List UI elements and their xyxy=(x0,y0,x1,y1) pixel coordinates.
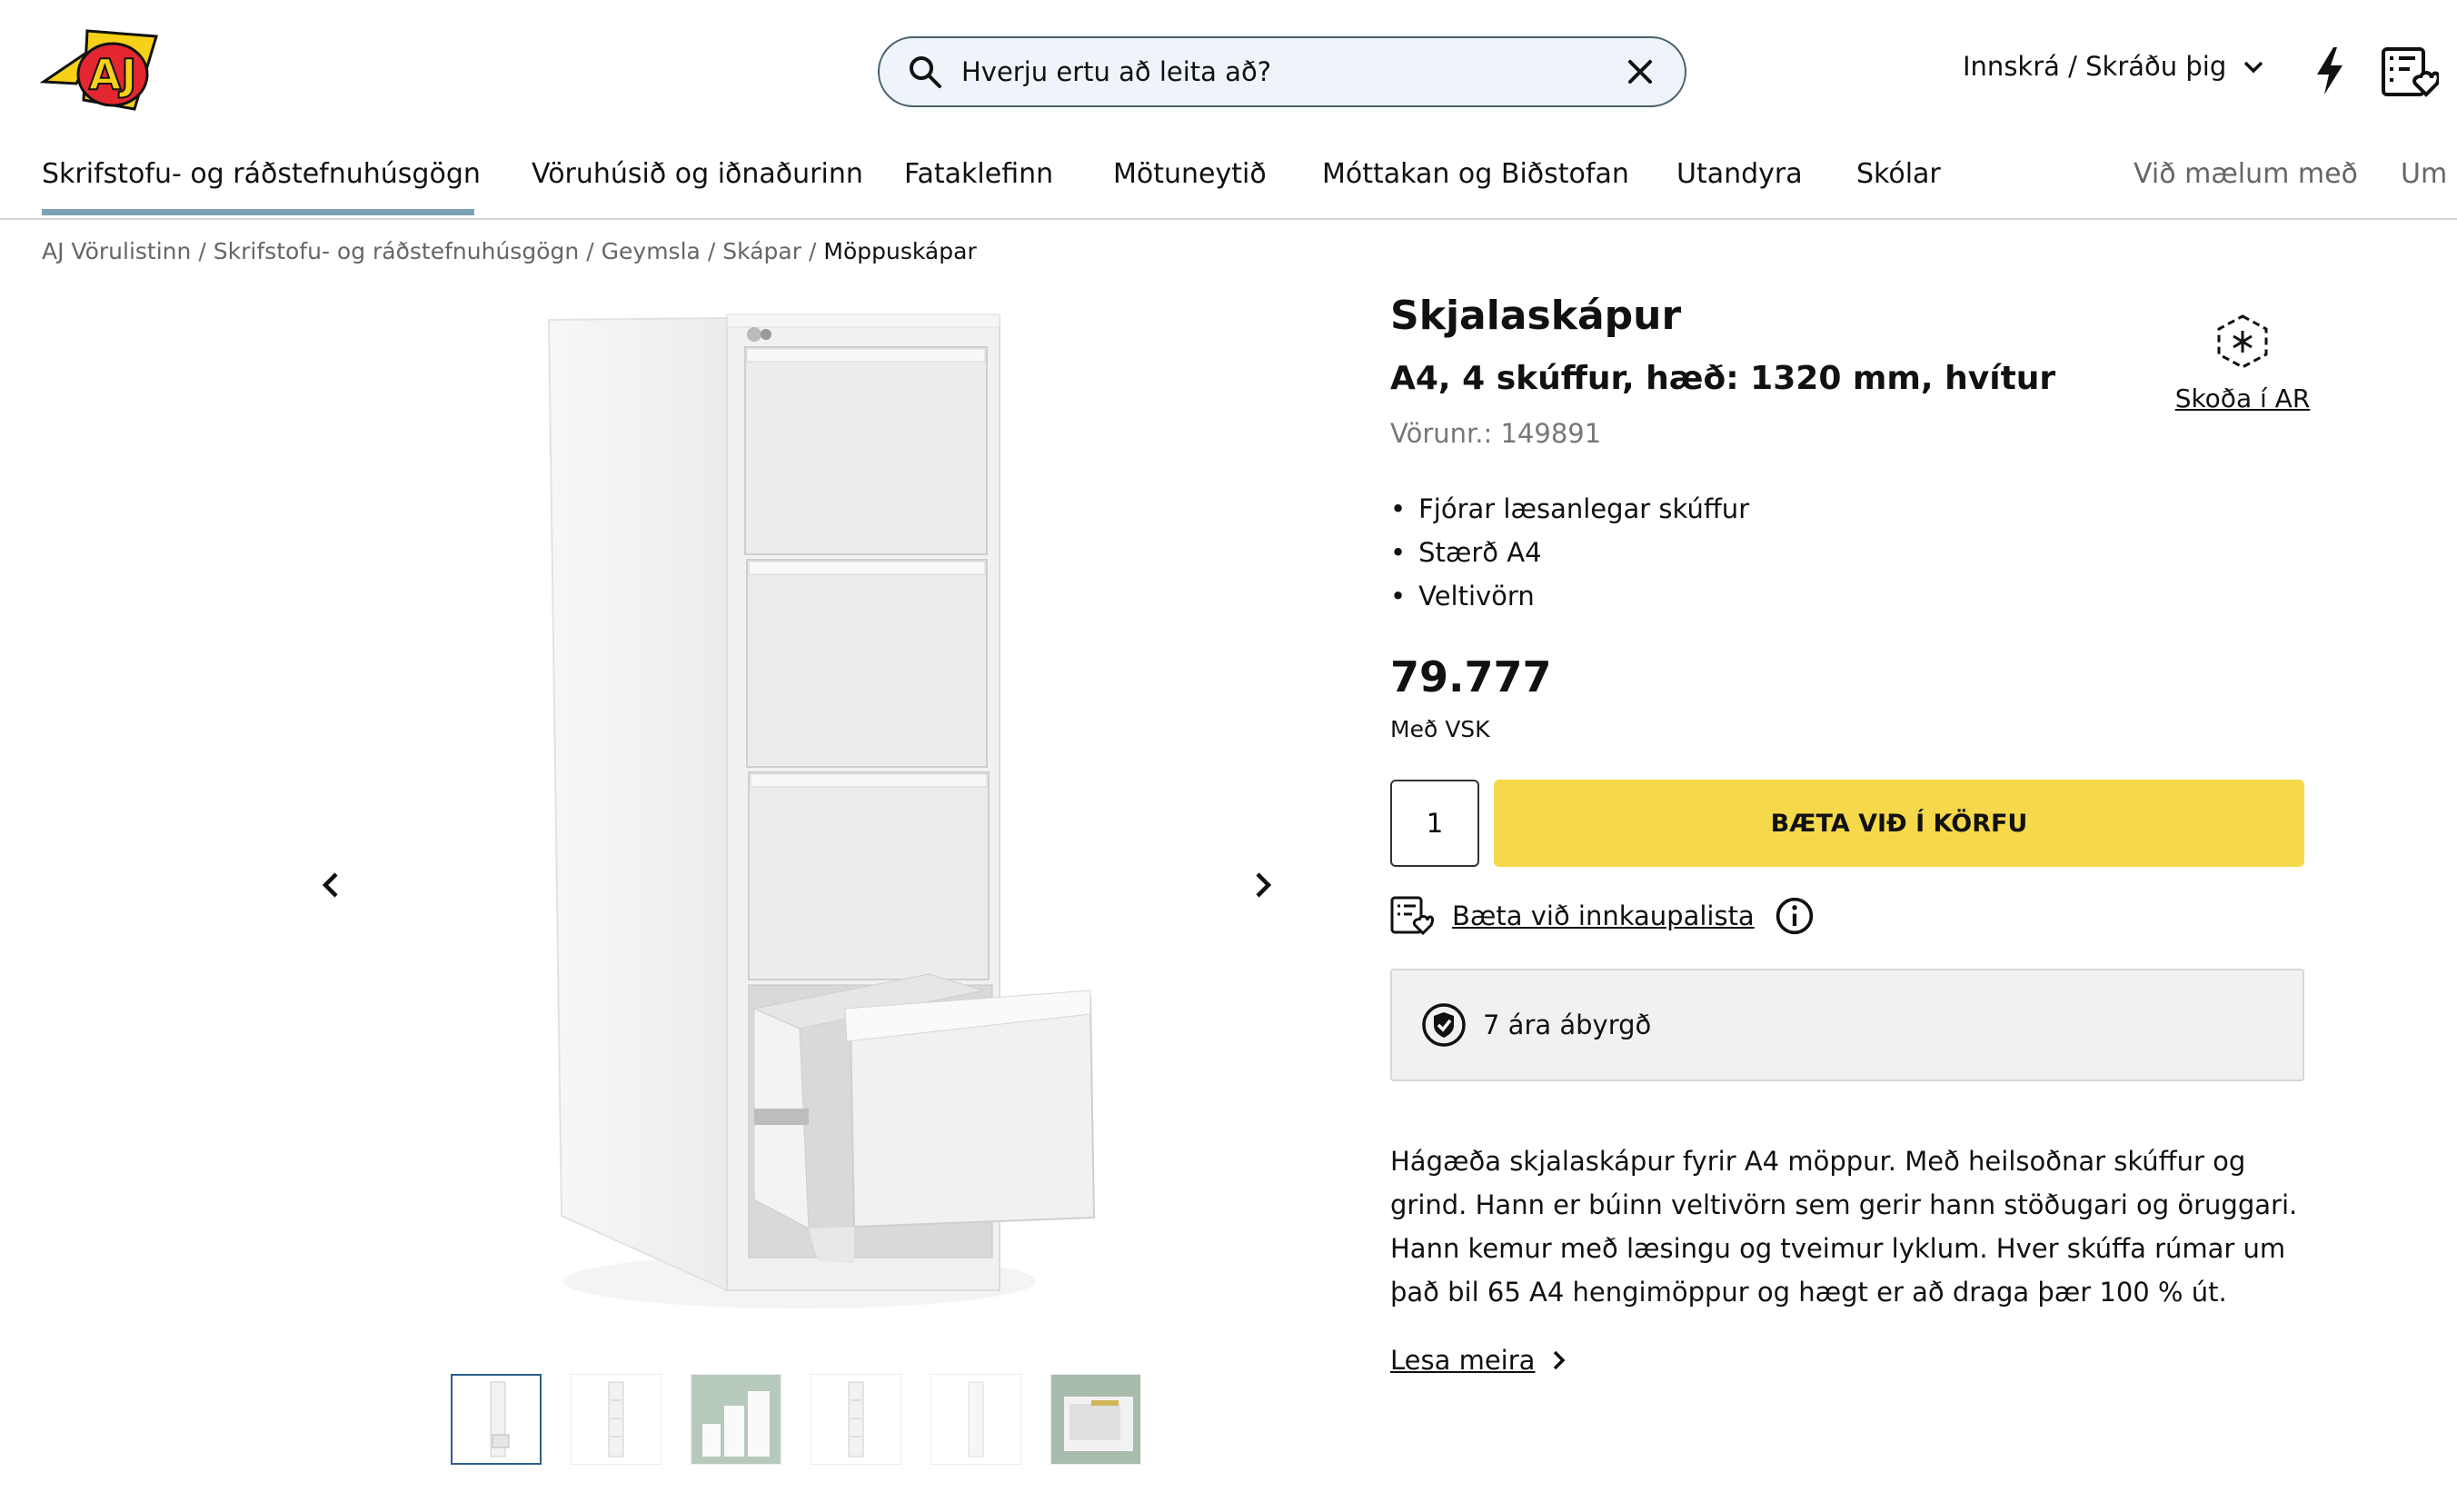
thumbnail[interactable] xyxy=(451,1374,542,1465)
nav-item-cloakroom[interactable]: Fataklefinn xyxy=(904,158,1053,190)
product-description: Hágæða skjalaskápur fyrir A4 möppur. Með… xyxy=(1390,1146,2298,1308)
chevron-right-icon[interactable] xyxy=(1245,863,1281,907)
nav-item-warehouse[interactable]: Vöruhúsið og iðnaðurinn xyxy=(532,158,863,190)
thumbnail[interactable] xyxy=(930,1374,1021,1465)
aj-logo[interactable]: AJ xyxy=(39,27,160,118)
close-icon[interactable] xyxy=(1623,55,1657,89)
thumbnail[interactable] xyxy=(811,1374,901,1465)
nav-item-canteen[interactable]: Mötuneytið xyxy=(1113,158,1267,190)
breadcrumb: AJ Vörulistinn / Skrifstofu- og ráðstefnuh… xyxy=(42,238,977,264)
add-to-shopping-list[interactable]: Bæta við innkaupalista xyxy=(1390,896,1816,936)
thumbnail[interactable] xyxy=(571,1374,662,1465)
main-nav: Skrifstofu- og ráðstefnuhúsgögn Vöruhúsi… xyxy=(0,151,2457,220)
search-input[interactable] xyxy=(961,56,1623,87)
vat-label: Með VSK xyxy=(1390,716,1490,742)
login-label[interactable]: Innskrá / Skráðu þig xyxy=(1963,51,2226,82)
nav-item-outdoor[interactable]: Utandyra xyxy=(1676,158,1803,190)
info-icon[interactable] xyxy=(1773,896,1816,936)
thumbnail[interactable] xyxy=(691,1374,781,1465)
warranty-box: 7 ára ábyrgð xyxy=(1390,969,2304,1081)
feature-item: Fjórar læsanlegar skúffur xyxy=(1390,489,1749,532)
add-to-cart-button[interactable]: BÆTA VIÐ Í KÖRFU xyxy=(1494,780,2304,867)
ar-cube-icon xyxy=(2217,314,2268,369)
search-icon[interactable] xyxy=(907,54,943,90)
product-sku: Vörunr.: 149891 xyxy=(1390,418,1602,449)
view-in-ar-button[interactable]: Skoða í AR xyxy=(2163,313,2323,413)
thumbnail-strip xyxy=(451,1374,1141,1465)
quantity-input[interactable] xyxy=(1390,780,1479,867)
chevron-left-icon[interactable] xyxy=(313,863,349,907)
nav-item-recommended[interactable]: Við mælum með xyxy=(2134,158,2358,190)
shopping-list-link[interactable]: Bæta við innkaupalista xyxy=(1452,900,1755,931)
read-more-link[interactable]: Lesa meira xyxy=(1390,1345,1569,1376)
breadcrumb-current: Möppuskápar xyxy=(823,238,977,264)
breadcrumb-item[interactable]: AJ Vörulistinn xyxy=(42,238,191,264)
shopping-list-icon xyxy=(1390,896,1434,936)
search-bar[interactable] xyxy=(878,36,1686,107)
shopping-list-icon[interactable] xyxy=(2381,45,2439,100)
logo-text: AJ xyxy=(89,50,137,99)
chevron-right-icon xyxy=(1554,1350,1566,1370)
nav-item-about[interactable]: Um o xyxy=(2401,158,2457,190)
product-title: Skjalaskápur xyxy=(1390,293,1682,339)
ar-label[interactable]: Skoða í AR xyxy=(2163,383,2323,413)
chevron-down-icon xyxy=(2243,61,2263,74)
shield-check-icon xyxy=(1422,1003,1466,1047)
product-price: 79.777 xyxy=(1390,652,1552,701)
breadcrumb-item[interactable]: Geymsla xyxy=(602,238,701,264)
product-subtitle: A4, 4 skúffur, hæð: 1320 mm, hvítur xyxy=(1390,360,2056,397)
nav-item-reception[interactable]: Móttakan og Biðstofan xyxy=(1322,158,1629,190)
nav-active-indicator xyxy=(42,209,474,215)
warranty-text: 7 ára ábyrgð xyxy=(1483,1010,1652,1040)
nav-item-office[interactable]: Skrifstofu- og ráðstefnuhúsgögn xyxy=(42,158,481,190)
feature-item: Stærð A4 xyxy=(1390,532,1749,576)
read-more-label[interactable]: Lesa meira xyxy=(1390,1345,1535,1376)
feature-list: Fjórar læsanlegar skúffur Stærð A4 Velti… xyxy=(1390,489,1749,620)
breadcrumb-item[interactable]: Skrifstofu- og ráðstefnuhúsgögn xyxy=(214,238,579,264)
breadcrumb-item[interactable]: Skápar xyxy=(722,238,801,264)
feature-item: Veltivörn xyxy=(1390,576,1749,620)
product-image xyxy=(547,313,1096,1308)
login-menu[interactable]: Innskrá / Skráðu þig xyxy=(1963,51,2266,82)
bolt-icon[interactable] xyxy=(2315,47,2344,94)
nav-item-schools[interactable]: Skólar xyxy=(1856,158,1941,190)
thumbnail[interactable] xyxy=(1050,1374,1141,1465)
